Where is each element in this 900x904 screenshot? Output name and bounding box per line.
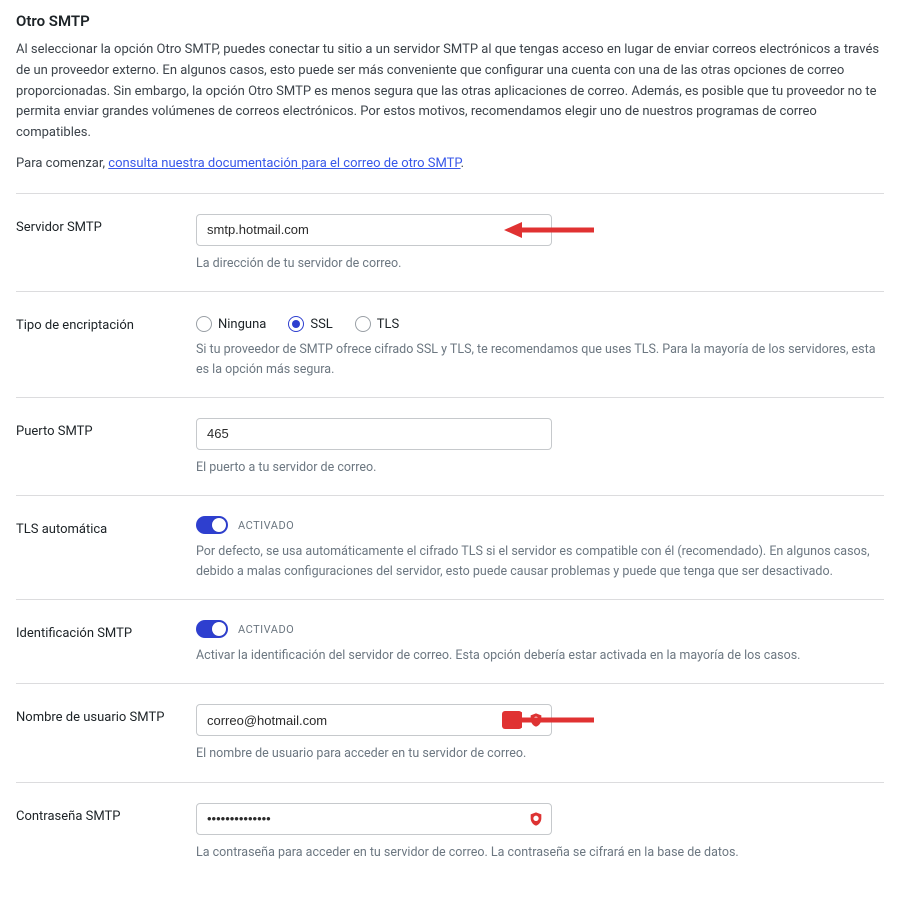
radio-encryption-tls[interactable]: TLS [355, 316, 399, 332]
radio-icon [355, 316, 371, 332]
radio-label: Ninguna [218, 317, 266, 332]
help-smtp-host: La dirección de tu servidor de correo. [196, 254, 876, 273]
help-encryption: Si tu proveedor de SMTP ofrece cifrado S… [196, 340, 876, 379]
row-smtp-user: Nombre de usuario SMTP [16, 683, 884, 781]
intro-link-line: Para comenzar, consulta nuestra document… [16, 154, 884, 175]
help-auto-tls: Por defecto, se usa automáticamente el c… [196, 542, 876, 581]
smtp-pass-input[interactable] [196, 803, 552, 835]
smtp-host-wrap [196, 214, 552, 246]
label-smtp-host: Servidor SMTP [16, 214, 196, 235]
label-auto-tls: TLS automática [16, 516, 196, 537]
radio-label: TLS [377, 317, 399, 332]
toggle-smtp-auth-state: ACTIVADO [238, 623, 294, 636]
smtp-host-input[interactable] [196, 214, 552, 246]
toggle-auto-tls-state: ACTIVADO [238, 519, 294, 532]
row-smtp-port: Puerto SMTP El puerto a tu servidor de c… [16, 397, 884, 495]
toggle-knob-icon [212, 518, 226, 532]
radio-icon [288, 316, 304, 332]
row-encryption: Tipo de encriptación Ninguna SSL TLS Si … [16, 291, 884, 397]
intro-postlink: . [461, 156, 464, 171]
smtp-user-input[interactable] [196, 704, 552, 736]
row-smtp-pass: Contraseña SMTP La contraseña para acced… [16, 782, 884, 880]
label-smtp-auth: Identificación SMTP [16, 620, 196, 641]
row-smtp-auth: Identificación SMTP ACTIVADO Activar la … [16, 599, 884, 683]
radio-encryption-none[interactable]: Ninguna [196, 316, 266, 332]
docs-link[interactable]: consulta nuestra documentación para el c… [108, 156, 460, 171]
label-smtp-pass: Contraseña SMTP [16, 803, 196, 824]
help-smtp-port: El puerto a tu servidor de correo. [196, 458, 876, 477]
label-encryption: Tipo de encriptación [16, 312, 196, 333]
row-auto-tls: TLS automática ACTIVADO Por defecto, se … [16, 495, 884, 599]
toggle-auto-tls[interactable] [196, 516, 228, 534]
page-title: Otro SMTP [16, 12, 884, 30]
intro-text: Al seleccionar la opción Otro SMTP, pued… [16, 40, 884, 144]
radio-encryption-ssl[interactable]: SSL [288, 316, 332, 332]
help-smtp-auth: Activar la identificación del servidor d… [196, 646, 876, 665]
label-smtp-user: Nombre de usuario SMTP [16, 704, 196, 725]
row-smtp-host: Servidor SMTP La dirección de tu servido… [16, 193, 884, 291]
password-manager-icon[interactable] [502, 711, 522, 729]
label-smtp-port: Puerto SMTP [16, 418, 196, 439]
toggle-smtp-auth[interactable] [196, 620, 228, 638]
help-smtp-user: El nombre de usuario para acceder en tu … [196, 744, 876, 763]
intro-prelink: Para comenzar, [16, 156, 108, 171]
smtp-user-wrap [196, 704, 552, 736]
radio-icon [196, 316, 212, 332]
shield-icon[interactable] [526, 810, 546, 828]
toggle-knob-icon [212, 622, 226, 636]
shield-icon[interactable] [526, 711, 546, 729]
help-smtp-pass: La contraseña para acceder en tu servido… [196, 843, 876, 862]
smtp-port-input[interactable] [196, 418, 552, 450]
smtp-pass-wrap [196, 803, 552, 835]
radio-label: SSL [310, 317, 332, 332]
